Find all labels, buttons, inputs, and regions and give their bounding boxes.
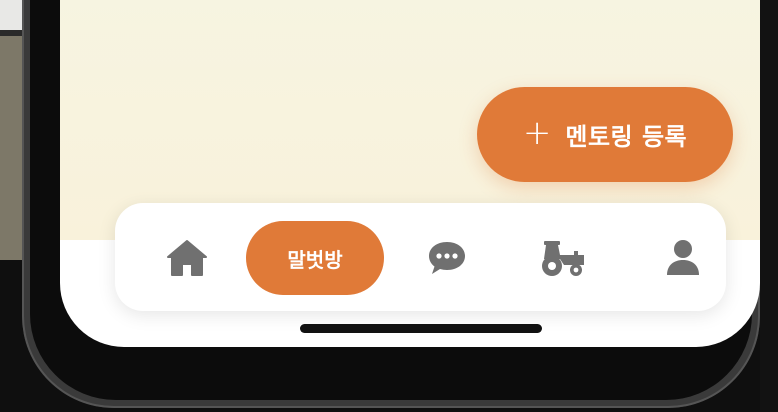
tab-profile[interactable] <box>651 221 715 295</box>
tab-chatroom-label: 말벗방 <box>287 247 343 272</box>
phone-bezel: + 멘토링 등록 말벗방 <box>30 0 760 400</box>
register-mentoring-button[interactable]: + 멘토링 등록 <box>477 87 733 182</box>
user-icon <box>667 240 699 275</box>
phone-frame: + 멘토링 등록 말벗방 <box>22 0 760 408</box>
chat-bubble-icon <box>429 242 465 274</box>
plus-icon: + <box>522 113 552 153</box>
app-screen: + 멘토링 등록 말벗방 <box>60 0 760 347</box>
tab-messages[interactable] <box>415 221 479 295</box>
home-indicator[interactable] <box>300 324 542 333</box>
home-icon <box>167 240 207 276</box>
register-mentoring-label: 멘토링 등록 <box>565 123 688 151</box>
tractor-icon <box>542 241 584 276</box>
tab-home[interactable] <box>155 221 219 295</box>
tab-farm[interactable] <box>527 221 597 295</box>
tab-chatroom[interactable]: 말벗방 <box>246 221 384 295</box>
background-edge <box>760 0 778 412</box>
bottom-tab-bar: 말벗방 <box>115 203 726 311</box>
